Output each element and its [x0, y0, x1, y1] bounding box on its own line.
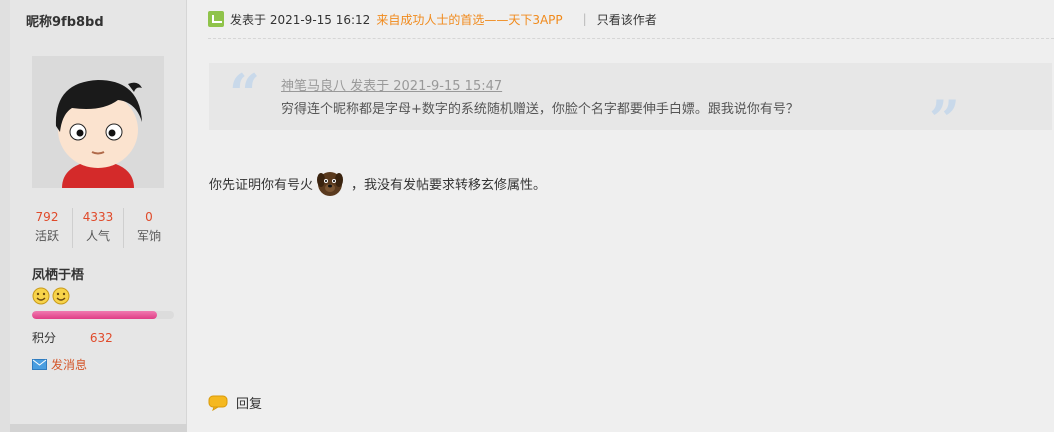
reply-bubble-icon — [208, 395, 228, 411]
online-status-icon — [208, 11, 224, 27]
stat-value: 0 — [145, 210, 153, 224]
dog-emoticon-icon — [317, 172, 344, 196]
send-message-label: 发消息 — [51, 358, 88, 372]
author-sidebar: 昵称9fb8bd 792 活跃 4333 人气 0 军饷 凤栖于梧 积分 632… — [0, 0, 187, 432]
avatar-image — [32, 56, 164, 188]
envelope-icon — [32, 359, 47, 370]
quote-text: 穷得连个昵称都是字母+数字的系统随机赠送，你脸个名字都要伸手白嫖。跟我说你有号？ — [281, 102, 799, 117]
post-header: 发表于 2021-9-15 16:12 来自成功人士的首选——天下3APP | … — [208, 9, 657, 29]
author-stats: 792 活跃 4333 人气 0 军饷 — [22, 208, 174, 248]
header-divider — [208, 38, 1054, 39]
stat-label: 活跃 — [34, 229, 59, 243]
reply-label: 回复 — [236, 397, 263, 412]
smiley-medal-icon — [52, 287, 70, 305]
reply-button[interactable]: 回复 — [208, 393, 262, 412]
quote-block: “ ” 神笔马良八 发表于 2021-9-15 15:47 穷得连个昵称都是字母… — [209, 62, 1052, 147]
stat-activity[interactable]: 792 活跃 — [22, 208, 72, 248]
points-row: 积分 632 — [32, 329, 113, 346]
medals — [32, 287, 70, 305]
stat-value: 4333 — [82, 210, 114, 224]
quote-source-link[interactable]: 神笔马良八 发表于 2021-9-15 15:47 — [281, 75, 502, 94]
content-text-before: 你先证明你有号火 — [209, 177, 314, 193]
stat-pay[interactable]: 0 军饷 — [123, 208, 174, 248]
user-group[interactable]: 凤栖于梧 — [32, 264, 84, 283]
smiley-medal-icon — [32, 287, 50, 305]
stat-popularity[interactable]: 4333 人气 — [72, 208, 123, 248]
stat-label: 军饷 — [136, 229, 161, 243]
stat-label: 人气 — [85, 229, 110, 243]
author-username[interactable]: 昵称9fb8bd — [26, 11, 104, 30]
header-separator: | — [582, 12, 587, 26]
post-content: 你先证明你有号火 ，我没有发帖要求转移玄修属性。 — [209, 168, 546, 198]
only-author-link[interactable]: 只看该作者 — [597, 11, 657, 28]
close-quote-icon: ” — [929, 88, 961, 152]
content-text-after: ，我没有发帖要求转移玄修属性。 — [351, 177, 547, 193]
app-promo-link[interactable]: 来自成功人士的首选——天下3APP — [376, 11, 562, 28]
avatar[interactable] — [32, 56, 164, 188]
post-timestamp: 发表于 2021-9-15 16:12 — [230, 12, 371, 27]
open-quote-icon: “ — [229, 62, 261, 126]
send-message-link[interactable]: 发消息 — [32, 356, 87, 373]
points-value: 632 — [89, 331, 113, 345]
level-progress-bar — [32, 311, 174, 319]
sidebar-footer-strip — [10, 424, 187, 432]
stat-value: 792 — [35, 210, 59, 224]
level-progress-fill — [32, 311, 157, 319]
points-label: 积分 — [32, 331, 57, 345]
